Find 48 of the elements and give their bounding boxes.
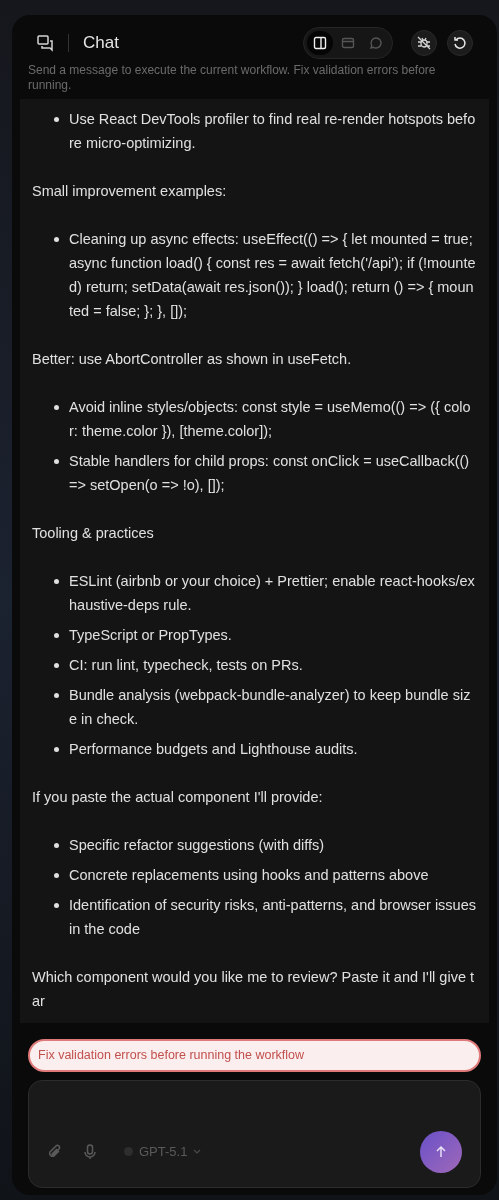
debug-off-button[interactable]: [411, 30, 437, 56]
list-item-text: Performance budgets and Lighthouse audits.: [69, 740, 358, 759]
bullet-icon: [54, 405, 59, 410]
bullet-icon: [54, 693, 59, 698]
bullet-icon: [54, 633, 59, 638]
message-paragraph: Tooling & practices: [32, 524, 155, 543]
bullet-icon: [54, 903, 59, 908]
message-paragraph: Better: use AbortController as shown in useFetch.: [32, 350, 353, 369]
list-item-text: Specific refactor suggestions (with diffs): [69, 836, 325, 855]
send-button[interactable]: [420, 1130, 462, 1173]
list-item-text: Bundle analysis (webpack-bundle-analyzer) to keep bundle size in check.: [69, 686, 472, 729]
message-paragraph: Small improvement examples:: [32, 182, 228, 201]
bullet-icon: [54, 663, 59, 668]
list-item-text: Cleaning up async effects: useEffect(() => { let mounted = true; async function load() { const res = await fetch('/api'); if (!mounted) return; setData(await res.json()); } load(); return () => { mounted = false; }; }, []);: [69, 230, 477, 321]
bullet-icon: [54, 237, 59, 242]
message-paragraph: Which component would you like me to review? Paste it and I'll give tar: [32, 968, 475, 1011]
message-paragraph: If you paste the actual component I'll provide:: [32, 788, 324, 807]
bug-off-icon: [417, 36, 431, 50]
bullet-icon: [54, 117, 59, 122]
reset-icon: [453, 36, 467, 50]
panel-subtitle: Send a message to execute the current workflow. Fix validation errors before running.: [27, 63, 437, 93]
list-item-text: Avoid inline styles/objects: const style = useMemo(() => ({ color: theme.color }), [theme.color]);: [69, 398, 472, 441]
model-selector[interactable]: GPT-5.1: [124, 1142, 202, 1162]
side-panel-button[interactable]: [307, 31, 333, 55]
panel-title: Chat: [83, 32, 119, 55]
caret-icon: [193, 1148, 202, 1155]
reset-button[interactable]: [447, 30, 473, 56]
bullet-icon: [54, 459, 59, 464]
microphone-icon[interactable]: [84, 1143, 96, 1160]
window-icon: [341, 36, 355, 50]
list-item-text: TypeScript or PropTypes.: [69, 626, 232, 645]
bullet-icon: [54, 747, 59, 752]
error-banner: Fix validation errors before running the workflow: [28, 1039, 481, 1072]
arrow-up-icon: [435, 1145, 447, 1158]
chat-bubbles-icon[interactable]: [36, 34, 54, 52]
list-item-text: ESLint (airbnb or your choice) + Prettier; enable react-hooks/exhaustive-deps rule.: [69, 572, 476, 615]
bullet-icon: [54, 873, 59, 878]
side-panel-icon: [313, 36, 327, 50]
message-input[interactable]: GPT-5.1: [28, 1079, 481, 1188]
list-item-text: Concrete replacements using hooks and patterns above: [69, 866, 429, 885]
list-item-text: Use React DevTools profiler to find real re-render hotspots before micro-optimizing.: [69, 110, 477, 153]
bullet-icon: [54, 579, 59, 584]
chat-bubble-icon: [369, 36, 383, 50]
bullet-icon: [54, 843, 59, 848]
list-item-text: CI: run lint, typecheck, tests on PRs.: [69, 656, 303, 675]
paperclip-icon[interactable]: [47, 1143, 62, 1160]
list-item-text: Identification of security risks, anti-patterns, and browser issues in the code: [69, 896, 477, 939]
list-item-text: Stable handlers for child props: const onClick = useCallback(() => setOpen(o => !o), []);: [69, 452, 471, 495]
